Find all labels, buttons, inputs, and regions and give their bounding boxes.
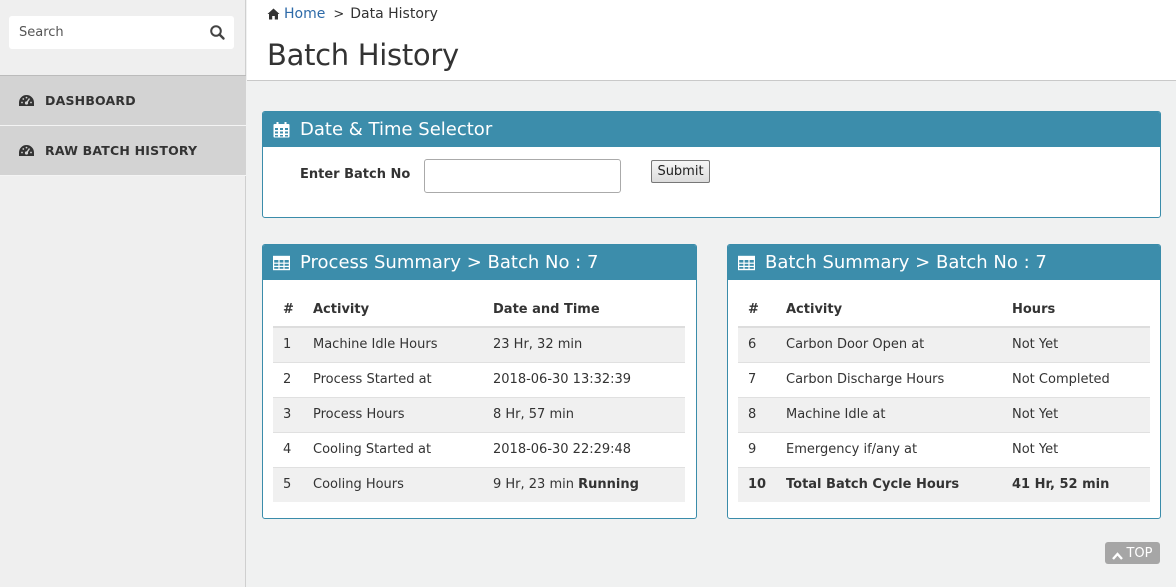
- row-value: Not Yet: [1002, 326, 1150, 362]
- sidebar-item-raw-batch-history[interactable]: RAW BATCH HISTORY: [0, 126, 246, 176]
- row-number: 6: [738, 326, 776, 362]
- date-time-selector-panel: Date & Time Selector Enter Batch No Subm…: [262, 111, 1161, 218]
- row-value: 8 Hr, 57 min: [483, 396, 685, 432]
- column-header: Activity: [303, 292, 483, 328]
- table-row: 5 Cooling Hours 9 Hr, 23 min Running: [273, 466, 685, 502]
- row-value: 23 Hr, 32 min: [483, 326, 685, 362]
- row-number: 5: [273, 466, 303, 502]
- panel-title: Batch Summary > Batch No : 7: [765, 252, 1047, 273]
- panel-header: Process Summary > Batch No : 7: [263, 245, 696, 280]
- row-value: Not Yet: [1002, 431, 1150, 467]
- row-activity: Total Batch Cycle Hours: [776, 466, 1002, 502]
- table-row: 7 Carbon Discharge Hours Not Completed: [738, 361, 1150, 397]
- table-row: 4 Cooling Started at 2018-06-30 22:29:48: [273, 431, 685, 467]
- batch-summary-panel: Batch Summary > Batch No : 7 # Activity …: [727, 244, 1161, 519]
- row-activity: Machine Idle Hours: [303, 326, 483, 362]
- panel-header: Date & Time Selector: [263, 112, 1160, 147]
- running-status: Running: [578, 477, 639, 493]
- table-row: 8 Machine Idle at Not Yet: [738, 396, 1150, 432]
- breadcrumb-home-link[interactable]: Home: [267, 6, 325, 22]
- dashboard-icon: [18, 94, 35, 108]
- row-value: Not Yet: [1002, 396, 1150, 432]
- column-header: #: [738, 292, 776, 328]
- search-icon[interactable]: [209, 24, 226, 41]
- chevron-up-icon: [1112, 549, 1124, 560]
- breadcrumb: Home > Data History: [267, 6, 438, 22]
- row-activity: Carbon Door Open at: [776, 326, 1002, 362]
- row-number: 7: [738, 361, 776, 397]
- search-box: [9, 16, 234, 49]
- sidebar-item-label: RAW BATCH HISTORY: [45, 143, 198, 158]
- table-icon: [272, 255, 291, 271]
- panel-header: Batch Summary > Batch No : 7: [728, 245, 1160, 280]
- row-activity: Machine Idle at: [776, 396, 1002, 432]
- breadcrumb-separator: >: [333, 6, 345, 22]
- row-value: 41 Hr, 52 min: [1002, 466, 1150, 502]
- scroll-top-label: TOP: [1126, 545, 1153, 561]
- table-row: 9 Emergency if/any at Not Yet: [738, 431, 1150, 467]
- sidebar-item-label: DASHBOARD: [45, 93, 136, 108]
- table-row: 6 Carbon Door Open at Not Yet: [738, 326, 1150, 362]
- sidebar-item-dashboard[interactable]: DASHBOARD: [0, 76, 246, 126]
- table-icon: [737, 255, 756, 271]
- home-icon: [267, 8, 280, 20]
- column-header: Activity: [776, 292, 1002, 328]
- table-row: 3 Process Hours 8 Hr, 57 min: [273, 396, 685, 432]
- row-number: 10: [738, 466, 776, 502]
- search-input[interactable]: [9, 16, 199, 49]
- table-header-row: # Activity Hours: [738, 292, 1150, 328]
- panel-title: Process Summary > Batch No : 7: [300, 252, 599, 273]
- row-number: 9: [738, 431, 776, 467]
- row-number: 3: [273, 396, 303, 432]
- breadcrumb-current: Data History: [350, 6, 438, 22]
- breadcrumb-home-label: Home: [284, 6, 326, 22]
- row-number: 1: [273, 326, 303, 362]
- row-activity: Carbon Discharge Hours: [776, 361, 1002, 397]
- row-number: 8: [738, 396, 776, 432]
- table-row: 2 Process Started at 2018-06-30 13:32:39: [273, 361, 685, 397]
- scroll-top-button[interactable]: TOP: [1105, 542, 1160, 564]
- page-header: Home > Data History Batch History: [247, 0, 1176, 81]
- sidebar: DASHBOARD RAW BATCH HISTORY: [0, 0, 246, 587]
- row-value: 9 Hr, 23 min: [493, 477, 574, 493]
- row-activity: Cooling Hours: [303, 466, 483, 502]
- table-row: 1 Machine Idle Hours 23 Hr, 32 min: [273, 326, 685, 362]
- submit-button[interactable]: Submit: [651, 160, 710, 183]
- batch-no-label: Enter Batch No: [300, 167, 411, 182]
- row-activity: Process Started at: [303, 361, 483, 397]
- row-number: 2: [273, 361, 303, 397]
- row-activity: Emergency if/any at: [776, 431, 1002, 467]
- row-value: 2018-06-30 22:29:48: [483, 431, 685, 467]
- page-title: Batch History: [267, 38, 459, 72]
- dashboard-icon: [18, 144, 35, 158]
- column-header: Hours: [1002, 292, 1150, 328]
- batch-no-input[interactable]: [424, 159, 621, 193]
- row-value: Not Completed: [1002, 361, 1150, 397]
- calendar-icon: [273, 121, 290, 138]
- process-summary-table: # Activity Date and Time 1 Machine Idle …: [273, 292, 685, 502]
- row-value: 2018-06-30 13:32:39: [483, 361, 685, 397]
- row-activity: Cooling Started at: [303, 431, 483, 467]
- table-header-row: # Activity Date and Time: [273, 292, 685, 328]
- column-header: #: [273, 292, 303, 328]
- side-menu: DASHBOARD RAW BATCH HISTORY: [0, 75, 246, 176]
- row-number: 4: [273, 431, 303, 467]
- table-row-total: 10 Total Batch Cycle Hours 41 Hr, 52 min: [738, 466, 1150, 502]
- process-summary-panel: Process Summary > Batch No : 7 # Activit…: [262, 244, 697, 519]
- row-value-cell: 9 Hr, 23 min Running: [483, 466, 685, 502]
- column-header: Date and Time: [483, 292, 685, 328]
- panel-title: Date & Time Selector: [300, 119, 493, 140]
- row-activity: Process Hours: [303, 396, 483, 432]
- batch-summary-table: # Activity Hours 6 Carbon Door Open at N…: [738, 292, 1150, 502]
